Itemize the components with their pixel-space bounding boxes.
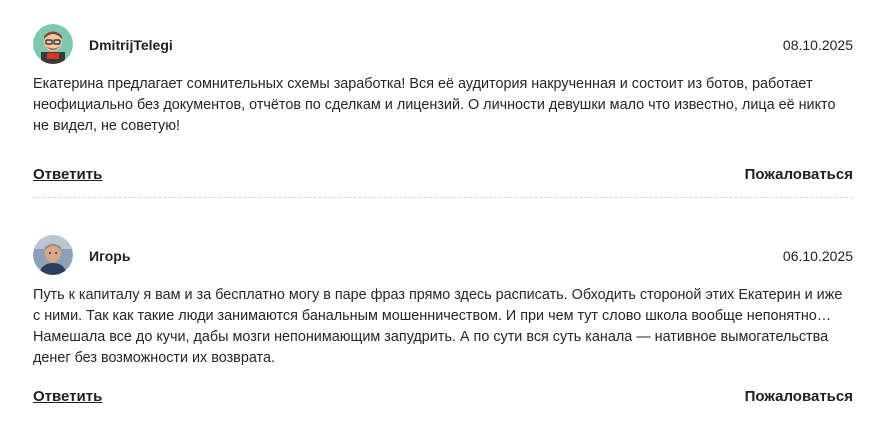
comment-actions: Ответить Пожаловаться (33, 388, 853, 412)
user-photo-icon (33, 235, 73, 275)
comment-text: Путь к капиталу я вам и за бесплатно мог… (33, 287, 843, 366)
comment-text: Екатерина предлагает сомнительных схемы … (33, 76, 836, 134)
comment-date: 08.10.2025 (782, 37, 853, 53)
report-link[interactable]: Пожаловаться (745, 166, 853, 183)
comment: DmitrijTelegi 08.10.2025 Екатерина предл… (33, 24, 853, 190)
reply-link[interactable]: Ответить (33, 388, 102, 405)
comment-date: 06.10.2025 (782, 248, 853, 264)
comment-author: Игорь (89, 248, 131, 264)
report-link[interactable]: Пожаловаться (745, 388, 853, 405)
comment: Игорь 06.10.2025 Путь к капиталу я вам и… (33, 235, 853, 412)
avatar (33, 235, 73, 275)
comment-divider (33, 197, 853, 198)
reply-link[interactable]: Ответить (33, 166, 102, 183)
cartoon-avatar-icon (33, 24, 73, 64)
comment-header: DmitrijTelegi 08.10.2025 (33, 24, 853, 66)
comment-header: Игорь 06.10.2025 (33, 235, 853, 277)
comments-list: DmitrijTelegi 08.10.2025 Екатерина предл… (0, 0, 869, 423)
comment-author: DmitrijTelegi (89, 37, 173, 53)
comment-actions: Ответить Пожаловаться (33, 166, 853, 190)
avatar (33, 24, 73, 64)
